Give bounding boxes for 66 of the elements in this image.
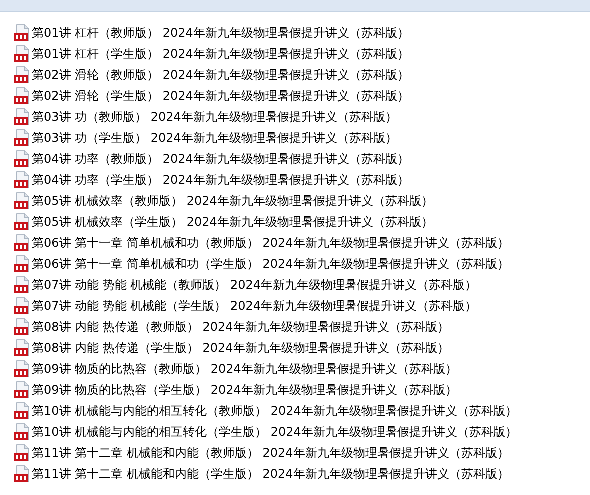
pdf-file-icon	[13, 402, 31, 420]
pdf-file-icon	[13, 276, 31, 294]
pdf-file-icon	[13, 24, 31, 42]
file-item[interactable]: 第09讲 物质的比热容（教师版） 2024年新九年级物理暑假提升讲义（苏科版）	[13, 358, 590, 379]
file-name: 第06讲 第十一章 简单机械和功（教师版） 2024年新九年级物理暑假提升讲义（苏科版）	[32, 234, 510, 252]
file-name: 第02讲 滑轮（学生版） 2024年新九年级物理暑假提升讲义（苏科版）	[32, 88, 410, 104]
file-name: 第05讲 机械效率（学生版） 2024年新九年级物理暑假提升讲义（苏科版）	[32, 214, 434, 230]
file-item[interactable]: 第07讲 动能 势能 机械能（教师版） 2024年新九年级物理暑假提升讲义（苏科版）	[13, 274, 590, 295]
pdf-file-icon	[13, 318, 31, 336]
file-item[interactable]: 第02讲 滑轮（学生版） 2024年新九年级物理暑假提升讲义（苏科版）	[13, 85, 590, 106]
pdf-file-icon	[13, 296, 31, 314]
file-name: 第08讲 内能 热传递（学生版） 2024年新九年级物理暑假提升讲义（苏科版）	[32, 340, 450, 356]
file-name: 第11讲 第十二章 机械能和内能（学生版） 2024年新九年级物理暑假提升讲义（苏科版）	[32, 466, 510, 482]
pdf-file-icon	[13, 86, 31, 104]
file-item[interactable]: 第06讲 第十一章 简单机械和功（教师版） 2024年新九年级物理暑假提升讲义（苏科版）	[13, 232, 590, 253]
file-name: 第01讲 杠杆（教师版） 2024年新九年级物理暑假提升讲义（苏科版）	[32, 24, 410, 42]
file-name: 第09讲 物质的比热容（学生版） 2024年新九年级物理暑假提升讲义（苏科版）	[32, 382, 458, 398]
file-name: 第09讲 物质的比热容（教师版） 2024年新九年级物理暑假提升讲义（苏科版）	[32, 360, 458, 378]
file-name: 第01讲 杠杆（学生版） 2024年新九年级物理暑假提升讲义（苏科版）	[32, 46, 410, 62]
file-item[interactable]: 第10讲 机械能与内能的相互转化（学生版） 2024年新九年级物理暑假提升讲义（苏科版）	[13, 421, 590, 442]
file-name: 第10讲 机械能与内能的相互转化（教师版） 2024年新九年级物理暑假提升讲义（苏科版）	[32, 402, 518, 420]
file-name: 第07讲 动能 势能 机械能（教师版） 2024年新九年级物理暑假提升讲义（苏科版）	[32, 276, 478, 294]
pdf-file-icon	[13, 170, 31, 188]
pdf-file-icon	[13, 44, 31, 62]
file-item[interactable]: 第03讲 功（教师版） 2024年新九年级物理暑假提升讲义（苏科版）	[13, 106, 590, 127]
file-item[interactable]: 第09讲 物质的比热容（学生版） 2024年新九年级物理暑假提升讲义（苏科版）	[13, 379, 590, 400]
file-name: 第11讲 第十二章 机械能和内能（教师版） 2024年新九年级物理暑假提升讲义（苏科版）	[32, 444, 510, 462]
file-item[interactable]: 第08讲 内能 热传递（教师版） 2024年新九年级物理暑假提升讲义（苏科版）	[13, 316, 590, 337]
pdf-file-icon	[13, 234, 31, 252]
file-item[interactable]: 第01讲 杠杆（学生版） 2024年新九年级物理暑假提升讲义（苏科版）	[13, 43, 590, 64]
file-name: 第02讲 滑轮（教师版） 2024年新九年级物理暑假提升讲义（苏科版）	[32, 66, 410, 84]
pdf-file-icon	[13, 108, 31, 126]
file-name: 第10讲 机械能与内能的相互转化（学生版） 2024年新九年级物理暑假提升讲义（苏科版）	[32, 424, 518, 440]
pdf-file-icon	[13, 360, 31, 378]
file-item[interactable]: 第04讲 功率（教师版） 2024年新九年级物理暑假提升讲义（苏科版）	[13, 148, 590, 169]
file-name: 第04讲 功率（教师版） 2024年新九年级物理暑假提升讲义（苏科版）	[32, 150, 410, 168]
pdf-file-icon	[13, 380, 31, 398]
file-name: 第03讲 功（学生版） 2024年新九年级物理暑假提升讲义（苏科版）	[32, 130, 398, 146]
pdf-file-icon	[13, 464, 31, 482]
file-item[interactable]: 第06讲 第十一章 简单机械和功（学生版） 2024年新九年级物理暑假提升讲义（苏科版）	[13, 253, 590, 274]
file-item[interactable]: 第04讲 功率（学生版） 2024年新九年级物理暑假提升讲义（苏科版）	[13, 169, 590, 190]
pdf-file-icon	[13, 128, 31, 146]
pdf-file-icon	[13, 338, 31, 356]
file-name: 第06讲 第十一章 简单机械和功（学生版） 2024年新九年级物理暑假提升讲义（苏科版）	[32, 256, 510, 272]
file-name: 第03讲 功（教师版） 2024年新九年级物理暑假提升讲义（苏科版）	[32, 108, 398, 126]
file-item[interactable]: 第07讲 动能 势能 机械能（学生版） 2024年新九年级物理暑假提升讲义（苏科版）	[13, 295, 590, 316]
pdf-file-icon	[13, 66, 31, 84]
file-name: 第04讲 功率（学生版） 2024年新九年级物理暑假提升讲义（苏科版）	[32, 172, 410, 188]
file-name: 第08讲 内能 热传递（教师版） 2024年新九年级物理暑假提升讲义（苏科版）	[32, 318, 450, 336]
file-item[interactable]: 第02讲 滑轮（教师版） 2024年新九年级物理暑假提升讲义（苏科版）	[13, 64, 590, 85]
file-name: 第05讲 机械效率（教师版） 2024年新九年级物理暑假提升讲义（苏科版）	[32, 192, 434, 210]
file-item[interactable]: 第05讲 机械效率（教师版） 2024年新九年级物理暑假提升讲义（苏科版）	[13, 190, 590, 211]
file-item[interactable]: 第11讲 第十二章 机械能和内能（学生版） 2024年新九年级物理暑假提升讲义（苏科版）	[13, 463, 590, 484]
pdf-file-icon	[13, 444, 31, 462]
pdf-file-icon	[13, 254, 31, 272]
file-item[interactable]: 第01讲 杠杆（教师版） 2024年新九年级物理暑假提升讲义（苏科版）	[13, 22, 590, 43]
pdf-file-icon	[13, 422, 31, 440]
pdf-file-icon	[13, 192, 31, 210]
file-item[interactable]: 第11讲 第十二章 机械能和内能（教师版） 2024年新九年级物理暑假提升讲义（苏科版）	[13, 442, 590, 463]
pdf-file-icon	[13, 212, 31, 230]
file-item[interactable]: 第08讲 内能 热传递（学生版） 2024年新九年级物理暑假提升讲义（苏科版）	[13, 337, 590, 358]
file-item[interactable]: 第05讲 机械效率（学生版） 2024年新九年级物理暑假提升讲义（苏科版）	[13, 211, 590, 232]
file-name: 第07讲 动能 势能 机械能（学生版） 2024年新九年级物理暑假提升讲义（苏科版）	[32, 298, 478, 314]
pdf-file-icon	[13, 150, 31, 168]
file-item[interactable]: 第10讲 机械能与内能的相互转化（教师版） 2024年新九年级物理暑假提升讲义（苏科版）	[13, 400, 590, 421]
file-item[interactable]: 第03讲 功（学生版） 2024年新九年级物理暑假提升讲义（苏科版）	[13, 127, 590, 148]
